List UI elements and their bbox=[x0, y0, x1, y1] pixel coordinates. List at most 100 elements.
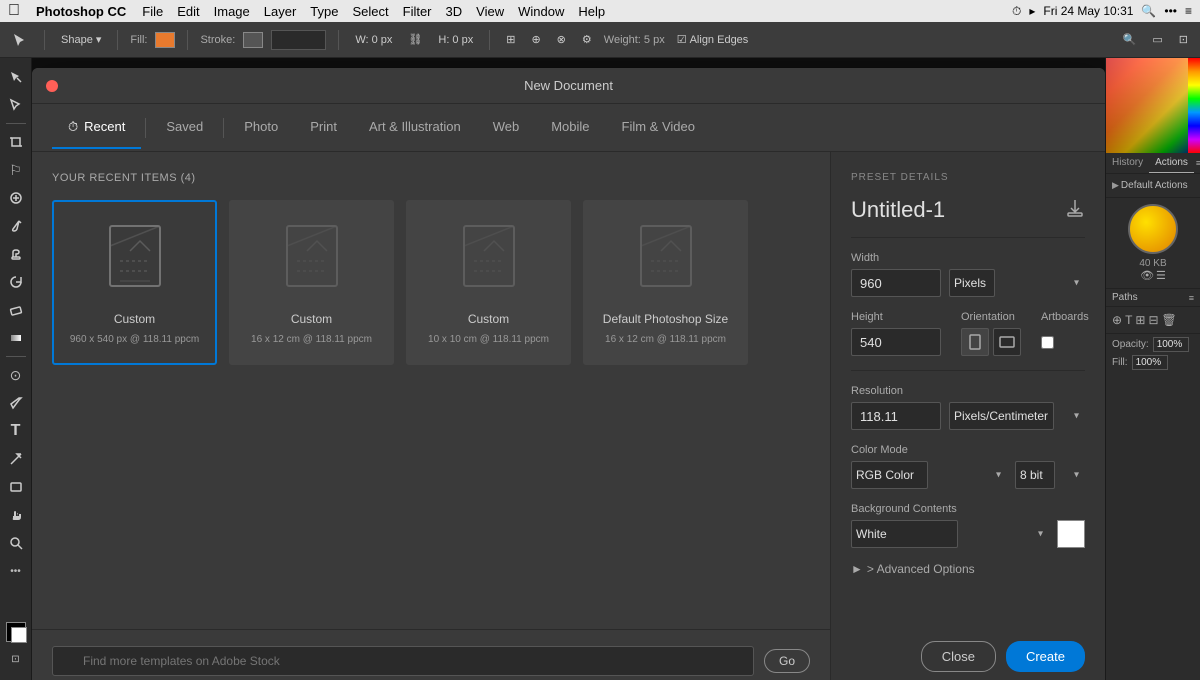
panel-options-btn[interactable]: ≡ bbox=[1196, 155, 1200, 171]
menu-image[interactable]: Image bbox=[214, 4, 250, 19]
go-button[interactable]: Go bbox=[764, 649, 810, 673]
align-btn[interactable]: ⊕ bbox=[527, 31, 544, 48]
paths-options-icon[interactable]: ≡ bbox=[1189, 293, 1194, 303]
history-brush-tool[interactable] bbox=[3, 269, 29, 295]
menu-edit[interactable]: Edit bbox=[177, 4, 199, 19]
fill-input[interactable] bbox=[1132, 355, 1168, 370]
artboards-checkbox[interactable] bbox=[1041, 336, 1054, 349]
tab-web[interactable]: Web bbox=[477, 107, 536, 148]
text-tool[interactable]: T bbox=[3, 418, 29, 444]
spot-heal-tool[interactable] bbox=[3, 185, 29, 211]
shape-select[interactable]: Shape ▾ bbox=[57, 31, 105, 48]
extras-btn[interactable]: ⊡ bbox=[1175, 31, 1192, 48]
color-depth-select[interactable]: 8 bit 16 bit 32 bit bbox=[1015, 461, 1055, 489]
path-options-btn[interactable]: ⊞ bbox=[502, 31, 519, 48]
text-layer-btn[interactable]: T bbox=[1125, 313, 1132, 327]
opacity-input[interactable] bbox=[1153, 337, 1189, 352]
bg-contents-select[interactable]: White Background Color Transparent bbox=[851, 520, 958, 548]
preset-item-3[interactable]: Custom 10 x 10 cm @ 118.11 ppcm bbox=[406, 200, 571, 365]
width-unit-select[interactable]: Pixels Inches cm bbox=[949, 269, 995, 297]
tab-film-video[interactable]: Film & Video bbox=[606, 107, 711, 148]
resolution-input[interactable] bbox=[851, 402, 941, 430]
find-templates-input[interactable] bbox=[52, 646, 754, 676]
path-selection-tool[interactable] bbox=[3, 446, 29, 472]
pen-tool[interactable] bbox=[3, 390, 29, 416]
transform-btn[interactable]: ⊗ bbox=[553, 31, 570, 48]
tab-print[interactable]: Print bbox=[294, 107, 353, 148]
landscape-btn[interactable] bbox=[993, 328, 1021, 356]
color-mode-select[interactable]: RGB Color CMYK Color Grayscale bbox=[851, 461, 928, 489]
brush-tool[interactable] bbox=[3, 213, 29, 239]
menu-help[interactable]: Help bbox=[578, 4, 605, 19]
eye-icon[interactable]: 👁 bbox=[1140, 269, 1154, 282]
menu-view[interactable]: View bbox=[476, 4, 504, 19]
stroke-color-swatch[interactable] bbox=[243, 32, 263, 48]
close-button[interactable]: Close bbox=[921, 641, 996, 672]
tab-saved[interactable]: Saved bbox=[150, 107, 219, 148]
link-icon[interactable]: ⛓ bbox=[404, 31, 426, 48]
bg-color-swatch[interactable] bbox=[1057, 520, 1085, 548]
shape-tool[interactable] bbox=[3, 474, 29, 500]
color-picker-gradient[interactable] bbox=[1106, 58, 1200, 153]
selection-tool[interactable] bbox=[3, 64, 29, 90]
tab-photo[interactable]: Photo bbox=[228, 107, 294, 148]
menu-type[interactable]: Type bbox=[310, 4, 338, 19]
eyedropper-tool[interactable]: ⚐ bbox=[3, 157, 29, 183]
menu-window[interactable]: Window bbox=[518, 4, 564, 19]
resolution-unit-select[interactable]: Pixels/Centimeter Pixels/Inch bbox=[949, 402, 1054, 430]
height-input[interactable] bbox=[851, 328, 941, 356]
tab-recent[interactable]: ⏱ Recent bbox=[52, 107, 141, 149]
direct-selection-tool[interactable] bbox=[3, 92, 29, 118]
move-tool-btn[interactable] bbox=[8, 30, 32, 50]
menu-layer[interactable]: Layer bbox=[264, 4, 297, 19]
search-icon[interactable]: 🔍 bbox=[1141, 4, 1156, 18]
new-group-btn[interactable]: ⊟ bbox=[1148, 313, 1158, 327]
gradient-tool[interactable] bbox=[3, 325, 29, 351]
swatch-options-icon[interactable]: ☰ bbox=[1156, 269, 1166, 282]
dodge-tool[interactable]: ⊙ bbox=[3, 362, 29, 388]
crop-tool[interactable] bbox=[3, 129, 29, 155]
zoom-tool[interactable] bbox=[3, 530, 29, 556]
width-input[interactable]: W: 0 px bbox=[351, 32, 396, 48]
add-layer-mask-btn[interactable]: ⊕ bbox=[1112, 313, 1122, 327]
preset-item-2[interactable]: Custom 16 x 12 cm @ 118.11 ppcm bbox=[229, 200, 394, 365]
actions-dropdown[interactable]: ▶ Default Actions bbox=[1112, 178, 1194, 193]
adjustment-btn[interactable]: ⊞ bbox=[1135, 313, 1145, 327]
actions-tab[interactable]: Actions bbox=[1149, 153, 1194, 173]
more-tools-btn[interactable]: ••• bbox=[3, 558, 29, 584]
more-icon[interactable]: ••• bbox=[1164, 4, 1177, 18]
search-btn[interactable]: 🔍 bbox=[1119, 31, 1141, 48]
hue-slider[interactable] bbox=[1188, 58, 1200, 153]
history-tab[interactable]: History bbox=[1106, 153, 1149, 173]
fill-color-swatch[interactable] bbox=[155, 32, 175, 48]
color-swatch-circle[interactable] bbox=[1128, 204, 1178, 254]
foreground-color[interactable] bbox=[6, 622, 26, 642]
clone-stamp-tool[interactable] bbox=[3, 241, 29, 267]
delete-layer-btn[interactable]: 🗑 bbox=[1162, 313, 1177, 327]
eraser-tool[interactable] bbox=[3, 297, 29, 323]
quick-mask-btn[interactable]: ⊡ bbox=[3, 646, 29, 672]
advanced-options-toggle[interactable]: ► > Advanced Options bbox=[851, 562, 1085, 576]
dialog-close-button[interactable] bbox=[46, 80, 58, 92]
stroke-size-input[interactable]: 1 px bbox=[271, 30, 326, 50]
height-input[interactable]: H: 0 px bbox=[434, 32, 477, 48]
background-color[interactable] bbox=[11, 627, 27, 643]
create-button[interactable]: Create bbox=[1006, 641, 1085, 672]
hand-tool[interactable] bbox=[3, 502, 29, 528]
width-input[interactable] bbox=[851, 269, 941, 297]
menu-select[interactable]: Select bbox=[352, 4, 388, 19]
align-edges-check[interactable]: ☑ Align Edges bbox=[673, 31, 753, 48]
tab-art-illustration[interactable]: Art & Illustration bbox=[353, 107, 477, 148]
tab-mobile[interactable]: Mobile bbox=[535, 107, 605, 148]
list-icon[interactable]: ≡ bbox=[1185, 4, 1192, 18]
gear-icon[interactable]: ⚙ bbox=[578, 31, 596, 48]
preset-item-1[interactable]: Custom 960 x 540 px @ 118.11 ppcm bbox=[52, 200, 217, 365]
menu-file[interactable]: File bbox=[142, 4, 163, 19]
menu-3d[interactable]: 3D bbox=[446, 4, 463, 19]
preset-item-4[interactable]: Default Photoshop Size 16 x 12 cm @ 118.… bbox=[583, 200, 748, 365]
arrange-btn[interactable]: ▭ bbox=[1148, 31, 1166, 48]
portrait-btn[interactable] bbox=[961, 328, 989, 356]
save-preset-button[interactable] bbox=[1065, 198, 1085, 223]
apple-menu[interactable]:  bbox=[8, 2, 20, 20]
menu-filter[interactable]: Filter bbox=[403, 4, 432, 19]
